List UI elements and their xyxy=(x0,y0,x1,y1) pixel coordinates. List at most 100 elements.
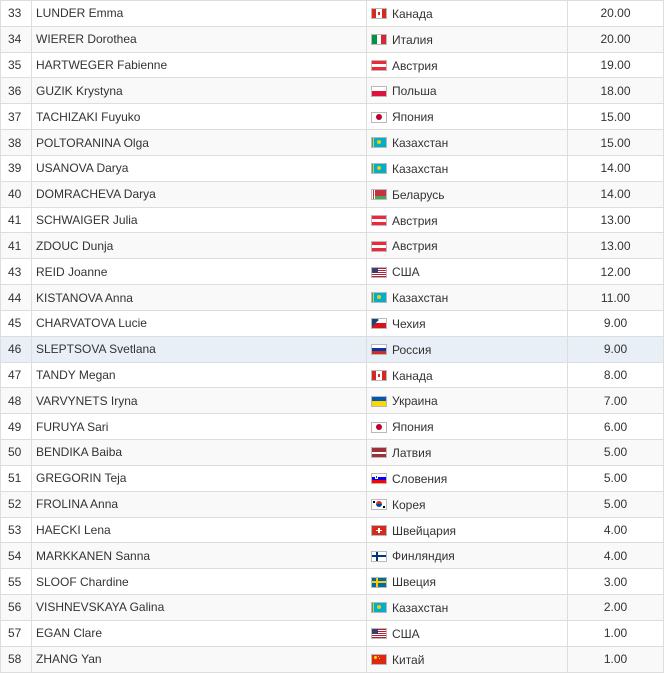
rank-cell: 37 xyxy=(0,103,32,131)
table-row: 41 SCHWAIGER Julia Австрия 13.00 xyxy=(0,206,664,234)
table-row: 35 HARTWEGER Fabienne Австрия 19.00 xyxy=(0,51,664,79)
points-cell: 13.00 xyxy=(567,206,664,234)
country-name: Канада xyxy=(392,6,433,21)
rank-cell: 45 xyxy=(0,309,32,337)
austria-flag-icon xyxy=(371,59,387,71)
rank-cell: 53 xyxy=(0,516,32,544)
austria-flag-icon xyxy=(371,240,387,252)
table-row: 56 VISHNEVSKAYA Galina Казахстан 2.00 xyxy=(0,594,664,621)
points-cell: 12.00 xyxy=(567,258,664,286)
athlete-name-cell[interactable]: USANOVA Darya xyxy=(31,154,367,182)
rank-cell: 44 xyxy=(0,284,32,311)
table-row: 52 FROLINA Anna Корея 5.00 xyxy=(0,490,664,518)
nation-cell: Япония xyxy=(366,413,568,441)
points-cell: 2.00 xyxy=(567,594,664,621)
country-name: Казахстан xyxy=(392,161,449,176)
italy-flag-icon xyxy=(371,34,387,46)
table-row: 55 SLOOF Chardine Швеция 3.00 xyxy=(0,568,664,596)
ukraine-flag-icon xyxy=(371,395,387,407)
nation-cell: Япония xyxy=(366,103,568,131)
points-cell: 15.00 xyxy=(567,129,664,156)
points-cell: 11.00 xyxy=(567,284,664,311)
athlete-name-cell[interactable]: ZHANG Yan xyxy=(31,645,367,673)
table-row: 48 VARVYNETS Iryna Украина 7.00 xyxy=(0,387,664,415)
athlete-name-cell[interactable]: WIERER Dorothea xyxy=(31,25,367,53)
usa-flag-icon xyxy=(371,628,387,640)
usa-flag-icon xyxy=(371,266,387,278)
switzerland-flag-icon xyxy=(371,524,387,536)
athlete-name-cell[interactable]: DOMRACHEVA Darya xyxy=(31,180,367,208)
athlete-name-cell[interactable]: SLEPTSOVA Svetlana xyxy=(31,335,367,363)
athlete-name-cell[interactable]: POLTORANINA Olga xyxy=(31,129,367,156)
country-name: Корея xyxy=(392,497,426,512)
nation-cell: Чехия xyxy=(366,309,568,337)
athlete-name-cell[interactable]: HARTWEGER Fabienne xyxy=(31,51,367,79)
nation-cell: США xyxy=(366,619,568,647)
country-name: Казахстан xyxy=(392,600,449,615)
country-name: Финляндия xyxy=(392,549,455,564)
points-cell: 4.00 xyxy=(567,542,664,570)
nation-cell: Австрия xyxy=(366,51,568,79)
athlete-name-cell[interactable]: VARVYNETS Iryna xyxy=(31,387,367,415)
table-row: 34 WIERER Dorothea Италия 20.00 xyxy=(0,25,664,53)
latvia-flag-icon xyxy=(371,447,387,459)
belarus-flag-icon xyxy=(371,189,387,201)
points-cell: 19.00 xyxy=(567,51,664,79)
rank-cell: 54 xyxy=(0,542,32,570)
table-row: 43 REID Joanne США 12.00 xyxy=(0,258,664,286)
athlete-name-cell[interactable]: GREGORIN Teja xyxy=(31,464,367,492)
athlete-name-cell[interactable]: TACHIZAKI Fuyuko xyxy=(31,103,367,131)
athlete-name-cell[interactable]: SLOOF Chardine xyxy=(31,568,367,596)
athlete-name-cell[interactable]: TANDY Megan xyxy=(31,361,367,389)
table-row: 40 DOMRACHEVA Darya Беларусь 14.00 xyxy=(0,180,664,208)
table-row: 58 ZHANG Yan Китай 1.00 xyxy=(0,645,664,673)
table-row: 51 GREGORIN Teja Словения 5.00 xyxy=(0,464,664,492)
japan-flag-icon xyxy=(371,111,387,123)
table-row: 36 GUZIK Krystyna Польша 18.00 xyxy=(0,77,664,105)
kazakhstan-flag-icon xyxy=(371,292,387,304)
rank-cell: 49 xyxy=(0,413,32,441)
country-name: Канада xyxy=(392,368,433,383)
nation-cell: Китай xyxy=(366,645,568,673)
rank-cell: 52 xyxy=(0,490,32,518)
canada-flag-icon xyxy=(371,369,387,381)
athlete-name-cell[interactable]: REID Joanne xyxy=(31,258,367,286)
points-cell: 8.00 xyxy=(567,361,664,389)
country-name: Австрия xyxy=(392,213,438,228)
athlete-name-cell[interactable]: KISTANOVA Anna xyxy=(31,284,367,311)
points-cell: 6.00 xyxy=(567,413,664,441)
athlete-name-cell[interactable]: ZDOUC Dunja xyxy=(31,232,367,260)
athlete-name-cell[interactable]: HAECKI Lena xyxy=(31,516,367,544)
kazakhstan-flag-icon xyxy=(371,137,387,149)
athlete-name-cell[interactable]: LUNDER Emma xyxy=(31,0,367,27)
table-row: 41 ZDOUC Dunja Австрия 13.00 xyxy=(0,232,664,260)
points-cell: 4.00 xyxy=(567,516,664,544)
athlete-name-cell[interactable]: VISHNEVSKAYA Galina xyxy=(31,594,367,621)
rank-cell: 40 xyxy=(0,180,32,208)
athlete-name-cell[interactable]: BENDIKA Baiba xyxy=(31,439,367,466)
nation-cell: Корея xyxy=(366,490,568,518)
rank-cell: 41 xyxy=(0,206,32,234)
points-cell: 5.00 xyxy=(567,464,664,492)
nation-cell: Швеция xyxy=(366,568,568,596)
table-row: 53 HAECKI Lena Швейцария 4.00 xyxy=(0,516,664,544)
athlete-name-cell[interactable]: GUZIK Krystyna xyxy=(31,77,367,105)
athlete-name-cell[interactable]: CHARVATOVA Lucie xyxy=(31,309,367,337)
athlete-name-cell[interactable]: EGAN Clare xyxy=(31,619,367,647)
athlete-name-cell[interactable]: FROLINA Anna xyxy=(31,490,367,518)
country-name: Австрия xyxy=(392,58,438,73)
russia-flag-icon xyxy=(371,344,387,356)
athlete-name-cell[interactable]: SCHWAIGER Julia xyxy=(31,206,367,234)
kazakhstan-flag-icon xyxy=(371,602,387,614)
country-name: Япония xyxy=(392,420,434,435)
table-row: 37 TACHIZAKI Fuyuko Япония 15.00 xyxy=(0,103,664,131)
athlete-name-cell[interactable]: MARKKANEN Sanna xyxy=(31,542,367,570)
table-row: 46 SLEPTSOVA Svetlana Россия 9.00 xyxy=(0,335,664,363)
athlete-name-cell[interactable]: FURUYA Sari xyxy=(31,413,367,441)
rank-cell: 56 xyxy=(0,594,32,621)
country-name: США xyxy=(392,265,420,280)
rank-cell: 39 xyxy=(0,154,32,182)
kazakhstan-flag-icon xyxy=(371,163,387,175)
nation-cell: Казахстан xyxy=(366,154,568,182)
table-row: 45 CHARVATOVA Lucie Чехия 9.00 xyxy=(0,309,664,337)
